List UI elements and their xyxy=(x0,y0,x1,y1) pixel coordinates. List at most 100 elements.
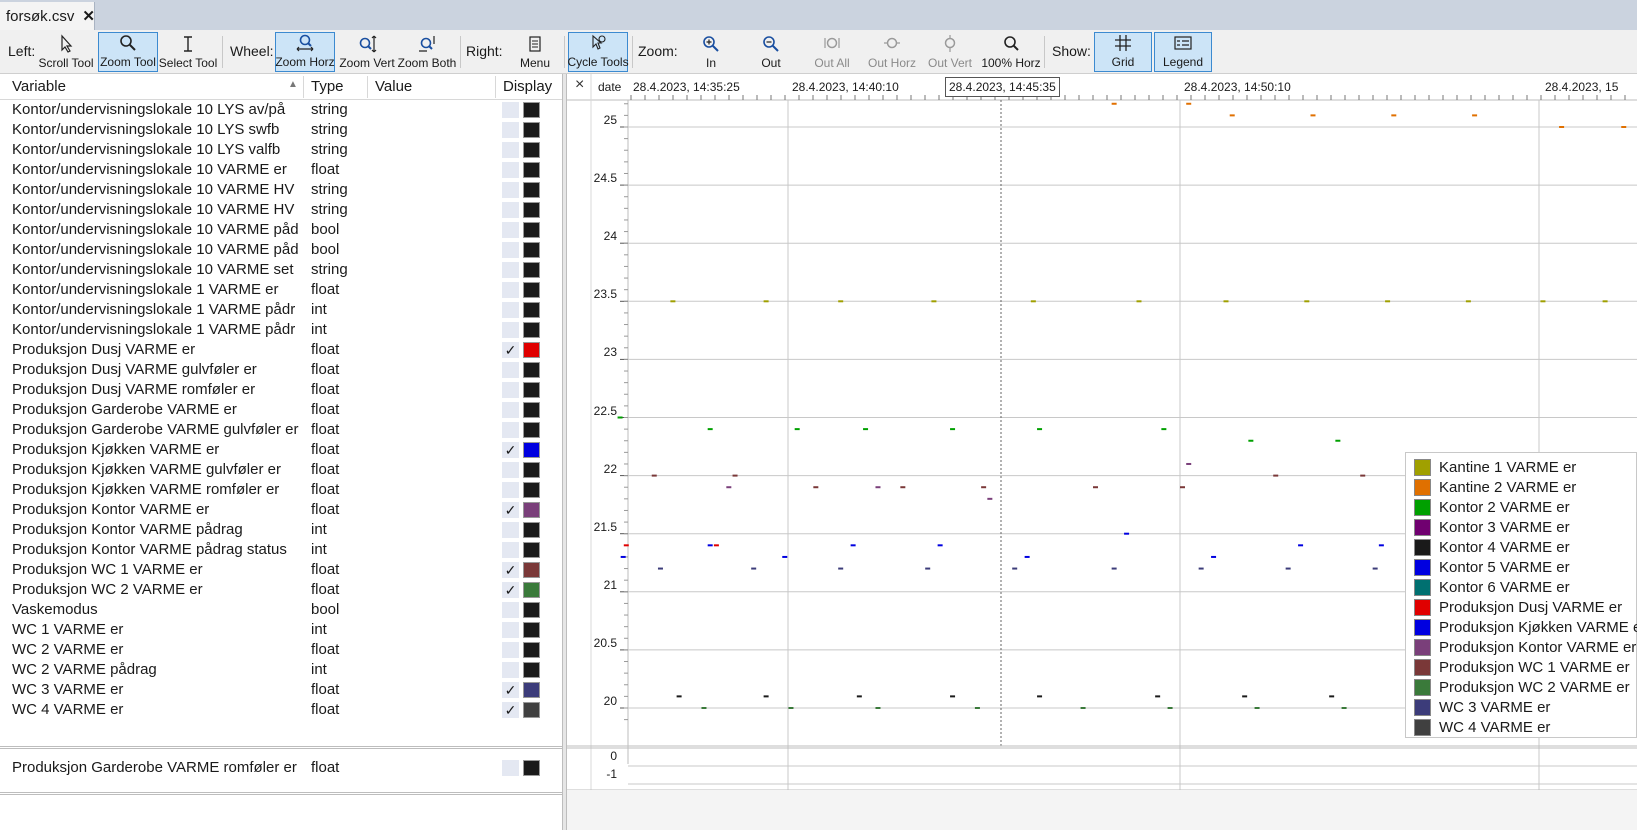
display-checkbox[interactable] xyxy=(502,522,519,538)
zoom-100-horz-button[interactable]: 100% Horz xyxy=(981,32,1041,72)
display-checkbox[interactable]: ✓ xyxy=(502,342,519,358)
display-checkbox[interactable] xyxy=(502,102,519,118)
variable-row[interactable]: Vaskemodus bool xyxy=(0,600,562,620)
variable-row[interactable]: Kontor/undervisningslokale 1 VARME pådr i… xyxy=(0,300,562,320)
display-checkbox[interactable] xyxy=(502,402,519,418)
display-checkbox[interactable] xyxy=(502,202,519,218)
color-swatch[interactable] xyxy=(523,222,540,238)
legend-entry[interactable]: Produksjon WC 2 VARME er xyxy=(1414,677,1630,697)
variable-row[interactable]: WC 2 VARME er float xyxy=(0,640,562,660)
display-checkbox[interactable]: ✓ xyxy=(502,442,519,458)
variable-row[interactable]: WC 3 VARME er float ✓ xyxy=(0,680,562,700)
variable-row[interactable]: Kontor/undervisningslokale 10 VARME påd b… xyxy=(0,240,562,260)
zoom-out-all-button[interactable]: Out All xyxy=(808,32,856,72)
variable-row[interactable]: Produksjon Kontor VARME pådrag int xyxy=(0,520,562,540)
color-swatch[interactable] xyxy=(523,202,540,218)
color-swatch[interactable] xyxy=(523,642,540,658)
color-swatch[interactable] xyxy=(523,322,540,338)
display-checkbox[interactable] xyxy=(502,362,519,378)
color-swatch[interactable] xyxy=(523,582,540,598)
color-swatch[interactable] xyxy=(523,122,540,138)
color-swatch[interactable] xyxy=(523,760,540,776)
color-swatch[interactable] xyxy=(523,342,540,358)
variable-row[interactable]: Produksjon Kjøkken VARME gulvføler er flo… xyxy=(0,460,562,480)
variable-row[interactable]: Kontor/undervisningslokale 10 VARME er fl… xyxy=(0,160,562,180)
legend-entry[interactable]: WC 4 VARME er xyxy=(1414,717,1550,737)
display-checkbox[interactable] xyxy=(502,382,519,398)
variable-row[interactable]: Produksjon Garderobe VARME er float xyxy=(0,400,562,420)
color-swatch[interactable] xyxy=(523,162,540,178)
list-divider[interactable] xyxy=(0,792,562,795)
legend-entry[interactable]: Produksjon Kjøkken VARME er xyxy=(1414,617,1637,637)
display-checkbox[interactable] xyxy=(502,602,519,618)
legend-entry[interactable]: WC 3 VARME er xyxy=(1414,697,1550,717)
color-swatch[interactable] xyxy=(523,262,540,278)
legend-entry[interactable]: Kantine 1 VARME er xyxy=(1414,457,1576,477)
color-swatch[interactable] xyxy=(523,362,540,378)
variable-row[interactable]: Produksjon Dusj VARME gulvføler er float xyxy=(0,360,562,380)
file-tab[interactable]: forsøk.csv ✕ xyxy=(0,2,95,30)
legend-entry[interactable]: Produksjon Dusj VARME er xyxy=(1414,597,1622,617)
color-swatch[interactable] xyxy=(523,622,540,638)
variable-row[interactable]: Kontor/undervisningslokale 10 VARME set s… xyxy=(0,260,562,280)
color-swatch[interactable] xyxy=(523,242,540,258)
color-swatch[interactable] xyxy=(523,462,540,478)
legend-entry[interactable]: Kontor 2 VARME er xyxy=(1414,497,1570,517)
display-checkbox[interactable]: ✓ xyxy=(502,682,519,698)
color-swatch[interactable] xyxy=(523,602,540,618)
variable-row[interactable]: Produksjon WC 2 VARME er float ✓ xyxy=(0,580,562,600)
display-checkbox[interactable] xyxy=(502,322,519,338)
display-checkbox[interactable] xyxy=(502,662,519,678)
variable-row[interactable]: Kontor/undervisningslokale 10 LYS valfb s… xyxy=(0,140,562,160)
display-checkbox[interactable] xyxy=(502,642,519,658)
color-swatch[interactable] xyxy=(523,442,540,458)
variable-row[interactable]: Kontor/undervisningslokale 10 LYS av/på s… xyxy=(0,100,562,120)
display-checkbox[interactable] xyxy=(502,162,519,178)
variable-row[interactable]: Produksjon Garderobe VARME gulvføler er f… xyxy=(0,420,562,440)
variable-row[interactable]: Produksjon Dusj VARME er float ✓ xyxy=(0,340,562,360)
list-divider[interactable] xyxy=(0,746,562,749)
column-divider[interactable] xyxy=(303,76,304,98)
column-header-value[interactable]: Value xyxy=(375,78,412,95)
display-checkbox[interactable]: ✓ xyxy=(502,562,519,578)
variable-row[interactable]: WC 4 VARME er float ✓ xyxy=(0,700,562,720)
menu-button[interactable]: Menu xyxy=(510,32,560,72)
variable-row[interactable]: Produksjon Kontor VARME pådrag status int xyxy=(0,540,562,560)
color-swatch[interactable] xyxy=(523,502,540,518)
legend-toggle-button[interactable]: Legend xyxy=(1154,32,1212,72)
color-swatch[interactable] xyxy=(523,302,540,318)
grid-toggle-button[interactable]: Grid xyxy=(1094,32,1152,72)
display-checkbox[interactable] xyxy=(502,142,519,158)
display-checkbox[interactable] xyxy=(502,760,519,776)
legend-entry[interactable]: Kontor 3 VARME er xyxy=(1414,517,1570,537)
variable-row[interactable]: Kontor/undervisningslokale 10 LYS swfb st… xyxy=(0,120,562,140)
variable-list[interactable]: Kontor/undervisningslokale 10 LYS av/på s… xyxy=(0,100,562,780)
color-swatch[interactable] xyxy=(523,542,540,558)
variable-row[interactable]: Kontor/undervisningslokale 1 VARME er flo… xyxy=(0,280,562,300)
variable-row[interactable]: Kontor/undervisningslokale 10 VARME påd b… xyxy=(0,220,562,240)
display-checkbox[interactable] xyxy=(502,262,519,278)
variable-row[interactable]: Kontor/undervisningslokale 10 VARME HV st… xyxy=(0,180,562,200)
variable-row[interactable]: Produksjon Kontor VARME er float ✓ xyxy=(0,500,562,520)
zoom-out-horz-button[interactable]: Out Horz xyxy=(864,32,920,72)
color-swatch[interactable] xyxy=(523,382,540,398)
column-header-type[interactable]: Type xyxy=(311,78,344,95)
color-swatch[interactable] xyxy=(523,482,540,498)
display-checkbox[interactable] xyxy=(502,282,519,298)
legend-entry[interactable]: Produksjon Kontor VARME er xyxy=(1414,637,1636,657)
chart-close-icon[interactable]: × xyxy=(575,76,584,94)
display-checkbox[interactable] xyxy=(502,222,519,238)
variable-row[interactable]: Produksjon Kjøkken VARME er float ✓ xyxy=(0,440,562,460)
color-swatch[interactable] xyxy=(523,422,540,438)
legend-entry[interactable]: Kontor 4 VARME er xyxy=(1414,537,1570,557)
color-swatch[interactable] xyxy=(523,562,540,578)
variable-row[interactable]: Kontor/undervisningslokale 1 VARME pådr i… xyxy=(0,320,562,340)
legend-entry[interactable]: Kontor 6 VARME er xyxy=(1414,577,1570,597)
zoom-horz-button[interactable]: Zoom Horz xyxy=(275,32,335,72)
legend-entry[interactable]: Produksjon WC 1 VARME er xyxy=(1414,657,1630,677)
zoom-out-button[interactable]: Out xyxy=(750,32,792,72)
variable-row[interactable]: Produksjon WC 1 VARME er float ✓ xyxy=(0,560,562,580)
color-swatch[interactable] xyxy=(523,402,540,418)
close-tab-icon[interactable]: ✕ xyxy=(82,7,95,25)
variable-row[interactable]: Produksjon Dusj VARME romføler er float xyxy=(0,380,562,400)
